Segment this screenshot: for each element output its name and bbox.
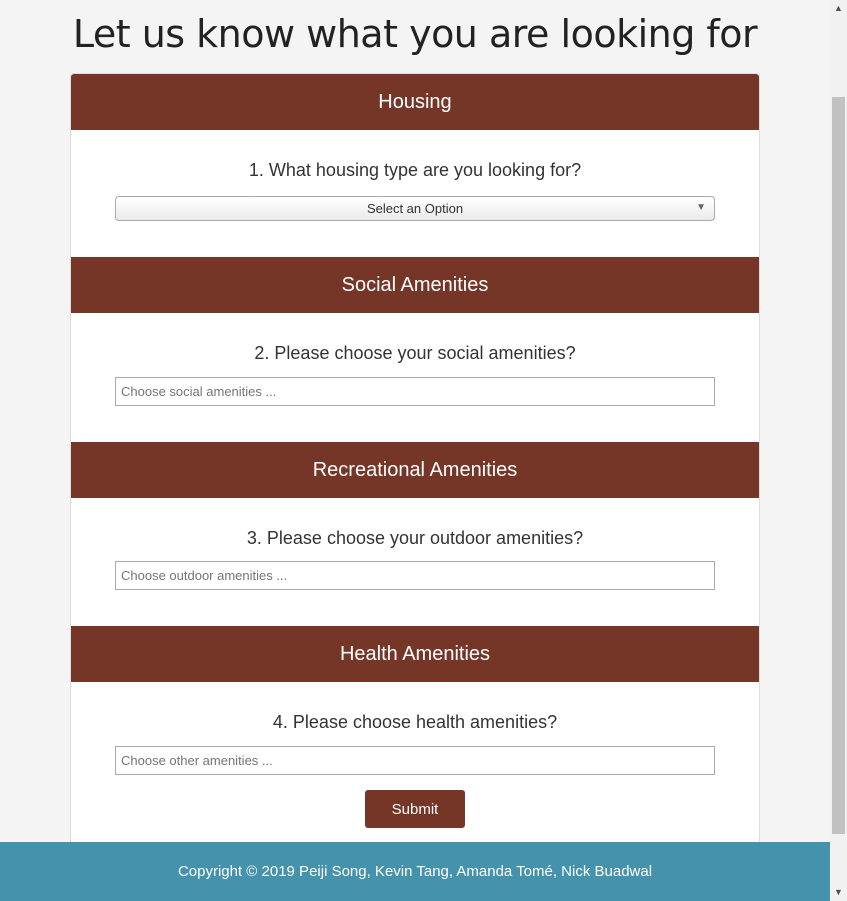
scroll-down-arrow-icon[interactable]: ▼ <box>830 884 847 901</box>
question-housing-type: 1. What housing type are you looking for… <box>248 160 582 180</box>
housing-type-select[interactable]: Select an Option ▼ <box>115 196 715 221</box>
question-health-amenities: 4. Please choose health amenities? <box>272 712 558 732</box>
scroll-up-arrow-icon[interactable]: ▲ <box>830 0 847 17</box>
copyright-text: Copyright © 2019 Peiji Song, Kevin Tang,… <box>177 863 653 880</box>
section-header-housing: Housing <box>71 74 759 130</box>
scroll-thumb[interactable] <box>832 97 845 834</box>
submit-button[interactable]: Submit <box>365 790 465 828</box>
footer: Copyright © 2019 Peiji Song, Kevin Tang,… <box>0 842 830 901</box>
section-header-recreational: Recreational Amenities <box>71 442 759 498</box>
section-header-health: Health Amenities <box>71 626 759 682</box>
section-header-social: Social Amenities <box>71 257 759 313</box>
select-value: Select an Option <box>366 201 464 216</box>
health-amenities-input[interactable] <box>115 746 715 775</box>
question-outdoor-amenities: 3. Please choose your outdoor amenities? <box>246 528 584 548</box>
vertical-scrollbar[interactable]: ▲ ▼ <box>830 0 847 901</box>
question-social-amenities: 2. Please choose your social amenities? <box>254 343 576 363</box>
social-amenities-input[interactable] <box>115 377 715 406</box>
page-title: Let us know what you are looking for <box>72 12 758 56</box>
outdoor-amenities-input[interactable] <box>115 561 715 590</box>
page: Let us know what you are looking for Hou… <box>0 0 830 901</box>
triangle-down-icon: ▼ <box>696 202 706 213</box>
search-form-card: Housing 1. What housing type are you loo… <box>70 73 760 863</box>
